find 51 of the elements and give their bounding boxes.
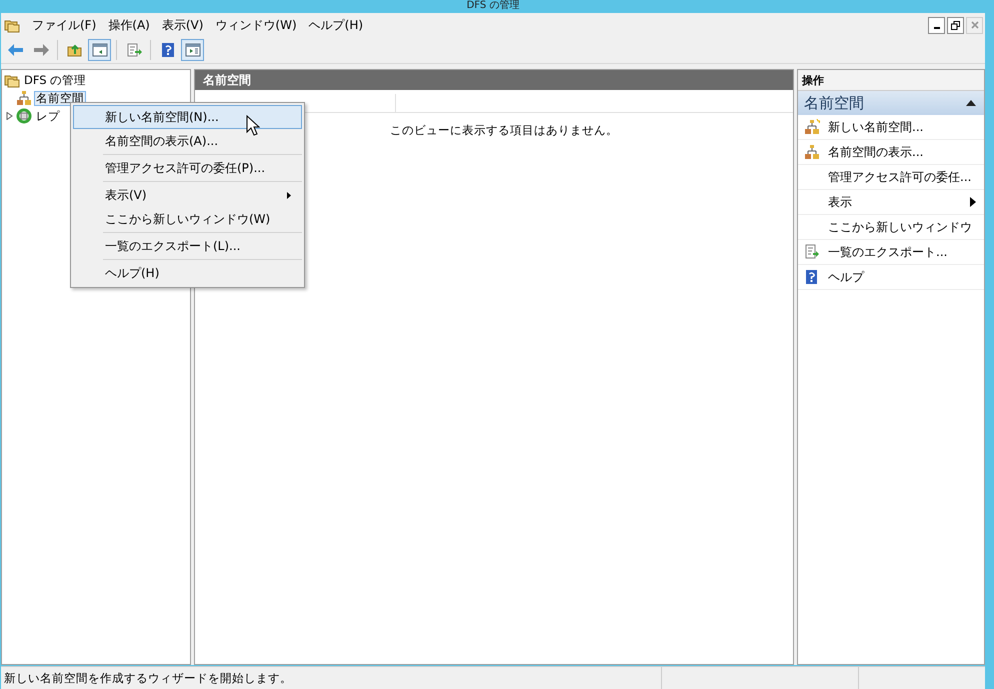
folder-up-icon bbox=[66, 42, 84, 58]
pane-icon bbox=[184, 42, 202, 58]
action-link[interactable]: 新しい名前空間... bbox=[828, 118, 924, 136]
forward-arrow-icon bbox=[32, 42, 50, 58]
close-icon bbox=[970, 21, 978, 29]
actions-section-header[interactable]: 名前空間 bbox=[798, 91, 984, 115]
menu-item[interactable]: ヘルプ(H) bbox=[73, 261, 302, 285]
menu-item[interactable]: ファイル(F) bbox=[26, 16, 102, 34]
sync-icon bbox=[16, 108, 32, 124]
action-link[interactable]: 管理アクセス許可の委任... bbox=[828, 168, 972, 186]
menu-item[interactable]: 一覧のエクスポート(L)... bbox=[73, 234, 302, 258]
hierarchy-icon bbox=[804, 119, 820, 135]
menu-item[interactable]: ヘルプ(H) bbox=[302, 16, 370, 34]
submenu-arrow-icon bbox=[970, 197, 976, 207]
export-icon bbox=[124, 42, 142, 58]
window-title: DFS の管理 bbox=[466, 0, 520, 12]
action-link[interactable]: ヘルプ bbox=[828, 268, 864, 286]
restore-icon bbox=[951, 20, 960, 30]
menu-item[interactable]: 名前空間の表示(A)... bbox=[73, 129, 302, 153]
status-text: 新しい名前空間を作成するウィザードを開始します。 bbox=[3, 670, 293, 686]
menu-item[interactable]: ここから新しいウィンドウ(W) bbox=[73, 207, 302, 231]
empty-message: このビューに表示する項目はありません。 bbox=[390, 123, 618, 138]
menu-item[interactable]: 表示(V) bbox=[156, 16, 210, 34]
action-link[interactable]: 名前空間の表示... bbox=[828, 144, 924, 160]
menu-item[interactable]: 操作(A) bbox=[102, 16, 156, 34]
menu-item[interactable]: 表示(V) bbox=[73, 183, 302, 207]
collapse-arrow-icon[interactable] bbox=[966, 100, 976, 106]
tree-item[interactable]: レプ bbox=[34, 108, 62, 124]
restore-button[interactable] bbox=[947, 16, 964, 34]
export-icon bbox=[804, 244, 820, 260]
back-arrow-icon bbox=[6, 42, 24, 58]
action-link[interactable]: ここから新しいウィンドウ bbox=[828, 218, 972, 236]
show-tree-button[interactable] bbox=[88, 39, 111, 61]
show-action-pane-button[interactable] bbox=[181, 39, 204, 61]
action-link[interactable]: 一覧のエクスポート... bbox=[828, 244, 948, 260]
help-icon bbox=[804, 269, 820, 285]
hierarchy-icon bbox=[804, 144, 820, 160]
section-title: 名前空間 bbox=[804, 94, 864, 112]
pane-title: 名前空間 bbox=[203, 72, 251, 88]
tree-item[interactable]: DFS の管理 bbox=[22, 72, 88, 88]
submenu-arrow-icon bbox=[287, 192, 291, 198]
mouse-pointer-icon bbox=[246, 115, 260, 136]
expand-arrow-icon[interactable] bbox=[6, 112, 12, 120]
pane-icon bbox=[90, 42, 108, 58]
menu-item[interactable]: ウィンドウ(W) bbox=[209, 16, 303, 34]
minimize-button[interactable] bbox=[928, 16, 945, 34]
menu-item[interactable]: 管理アクセス許可の委任(P)... bbox=[73, 156, 302, 180]
menu-item[interactable]: 新しい名前空間(N)... bbox=[73, 105, 302, 129]
hierarchy-icon bbox=[16, 90, 32, 106]
actions-header: 操作 bbox=[798, 70, 984, 91]
action-link[interactable]: 表示 bbox=[828, 194, 852, 210]
